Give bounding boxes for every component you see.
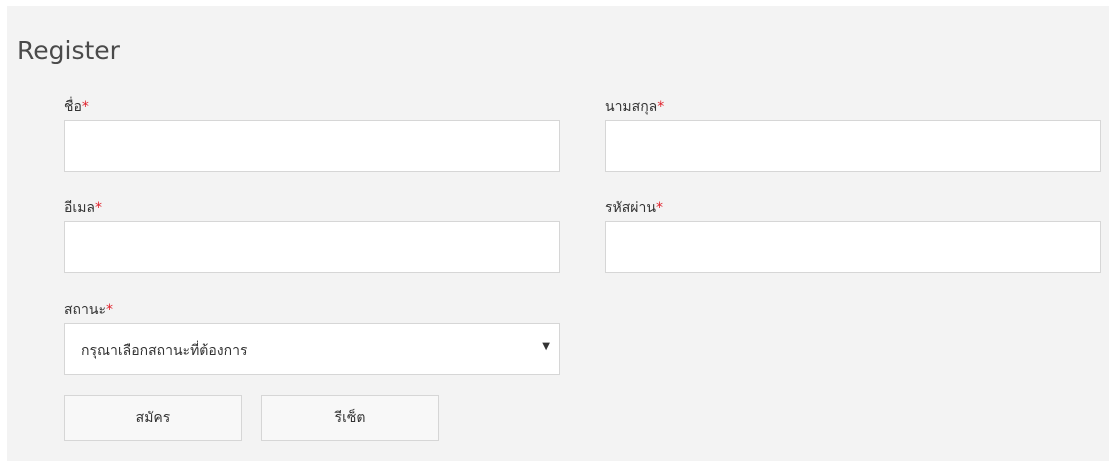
first-name-label-text: ชื่อ (64, 99, 82, 115)
required-marker: * (657, 99, 665, 115)
email-label-text: อีเมล (64, 200, 96, 216)
required-marker: * (655, 200, 663, 216)
chevron-down-icon: ▼ (542, 341, 550, 352)
status-select[interactable]: กรุณาเลือกสถานะที่ต้องการ ▼ (64, 323, 560, 375)
last-name-label-text: นามสกุล (605, 99, 658, 115)
password-label: รหัสผ่าน* (605, 197, 663, 219)
email-input[interactable] (64, 221, 560, 273)
required-marker: * (95, 200, 103, 216)
status-label-text: สถานะ (64, 302, 106, 318)
password-label-text: รหัสผ่าน (605, 200, 656, 216)
first-name-label: ชื่อ* (64, 96, 89, 118)
status-label: สถานะ* (64, 299, 113, 321)
register-panel: Register ชื่อ* นามสกุล* อีเมล* รหัสผ่าน*… (7, 6, 1109, 461)
reset-button[interactable]: รีเซ็ต (261, 395, 439, 441)
required-marker: * (105, 302, 113, 318)
first-name-input[interactable] (64, 120, 560, 172)
page-title: Register (17, 36, 120, 65)
register-button[interactable]: สมัคร (64, 395, 242, 441)
last-name-input[interactable] (605, 120, 1101, 172)
status-selected-value: กรุณาเลือกสถานะที่ต้องการ (81, 343, 248, 359)
required-marker: * (81, 99, 89, 115)
email-label: อีเมล* (64, 197, 102, 219)
last-name-label: นามสกุล* (605, 96, 664, 118)
password-input[interactable] (605, 221, 1101, 273)
